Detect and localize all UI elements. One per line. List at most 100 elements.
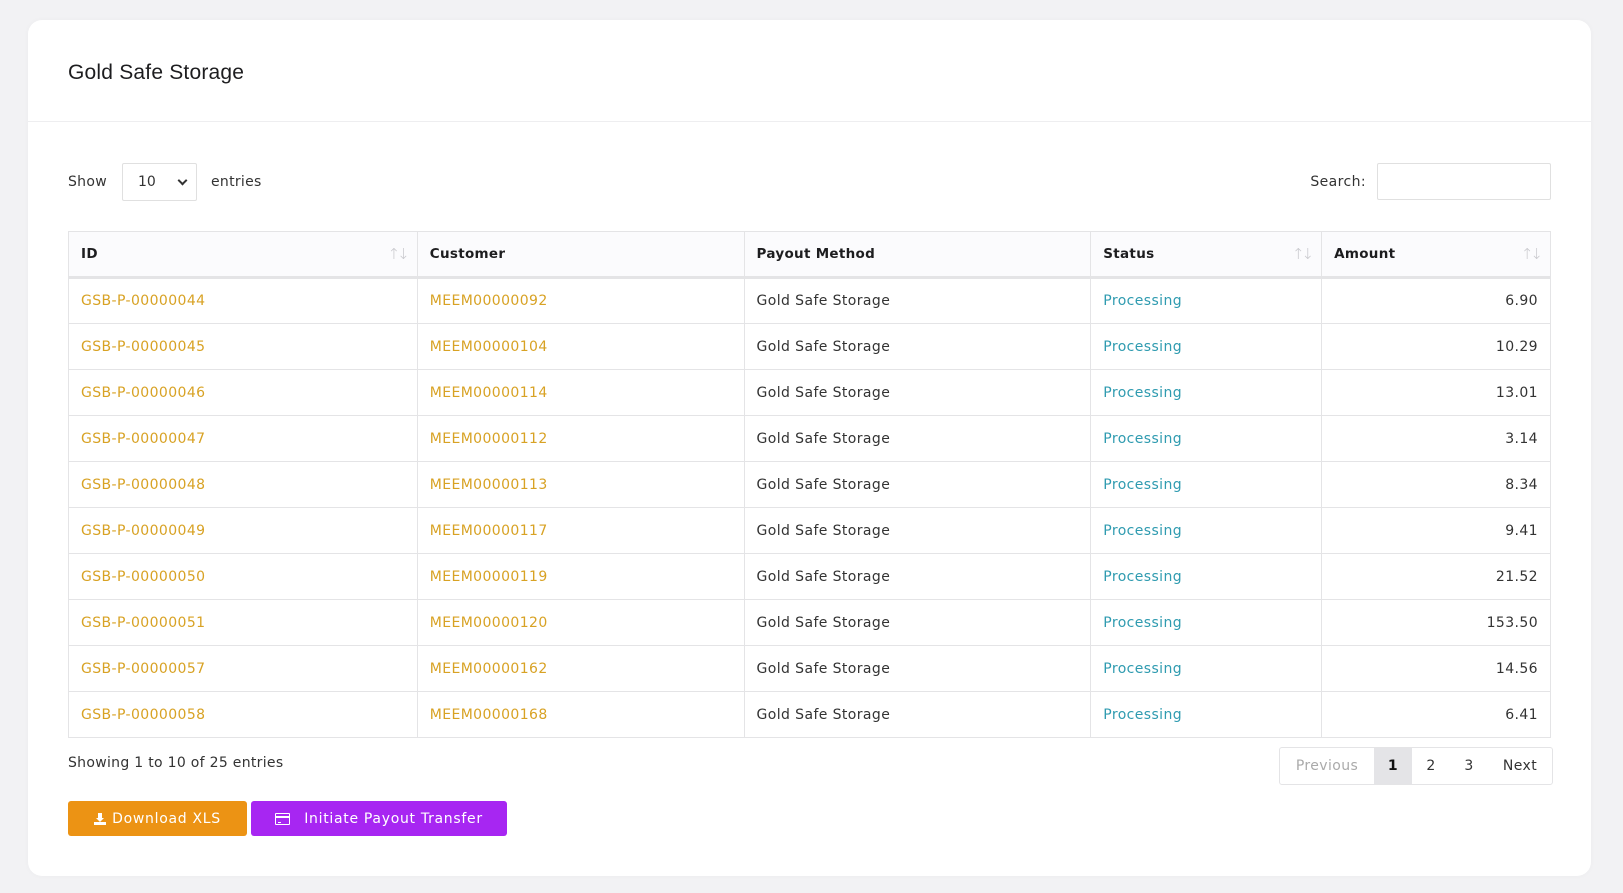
amount-cell: 8.34 (1505, 476, 1538, 493)
amount-cell: 6.90 (1505, 293, 1538, 309)
card-header: Gold Safe Storage (28, 20, 1591, 122)
search-label: Search: (1310, 173, 1366, 190)
payout-id-cell: GSB-P-00000047 (68, 415, 418, 462)
payout-method-cell: Gold Safe Storage (743, 415, 1092, 462)
customer-cell: MEEM00000120 (416, 599, 745, 646)
status-cell: Processing (1090, 507, 1323, 554)
customer-link[interactable]: MEEM00000114 (430, 385, 548, 401)
status-cell: Processing (1103, 660, 1183, 677)
amount-cell: 14.56 (1321, 645, 1551, 692)
entries-per-page-select[interactable]: 10 (121, 163, 197, 201)
column-header-status[interactable]: Status ↑↓ (1090, 231, 1323, 279)
column-label: ID (81, 246, 98, 262)
column-header-customer: Customer (416, 231, 745, 279)
payout-method-cell: Gold Safe Storage (756, 338, 891, 355)
customer-link[interactable]: MEEM00000119 (430, 569, 548, 585)
status-cell: Processing (1103, 614, 1183, 631)
payout-id-cell: GSB-P-00000050 (68, 553, 418, 600)
status-cell: Processing (1090, 461, 1323, 508)
sort-arrows-icon[interactable]: ↑↓ (1292, 245, 1314, 263)
customer-link[interactable]: MEEM00000162 (430, 661, 548, 677)
initiate-payout-transfer-label: Initiate Payout Transfer (304, 810, 483, 827)
amount-cell: 3.14 (1321, 415, 1551, 462)
download-icon (94, 812, 107, 825)
customer-link[interactable]: MEEM00000113 (430, 477, 548, 493)
customer-link[interactable]: MEEM00000092 (430, 293, 548, 309)
payout-id-link[interactable]: GSB-P-00000050 (81, 569, 205, 585)
status-cell: Processing (1103, 430, 1183, 447)
status-cell: Processing (1103, 293, 1183, 309)
status-cell: Processing (1103, 568, 1183, 585)
payout-method-cell: Gold Safe Storage (743, 645, 1092, 692)
customer-link[interactable]: MEEM00000168 (430, 707, 548, 723)
payout-id-link[interactable]: GSB-P-00000048 (81, 477, 205, 493)
sort-arrows-icon[interactable]: ↑↓ (1521, 245, 1543, 263)
pagination-page-2[interactable]: 2 (1412, 748, 1450, 784)
status-cell: Processing (1090, 323, 1323, 370)
payout-method-cell: Gold Safe Storage (756, 384, 891, 401)
customer-cell: MEEM00000092 (416, 277, 745, 324)
table-row: GSB-P-00000050 MEEM00000119 Gold Safe Stor… (68, 553, 1551, 600)
payout-method-cell: Gold Safe Storage (756, 293, 891, 309)
payout-id-link[interactable]: GSB-P-00000045 (81, 339, 205, 355)
download-xls-button[interactable]: Download XLS (68, 801, 247, 836)
payout-method-cell: Gold Safe Storage (756, 660, 891, 677)
customer-cell: MEEM00000113 (416, 461, 745, 508)
status-cell: Processing (1090, 691, 1323, 738)
amount-cell: 10.29 (1495, 338, 1538, 355)
column-label: Amount (1334, 246, 1396, 262)
status-cell: Processing (1090, 599, 1323, 646)
initiate-payout-transfer-button[interactable]: Initiate Payout Transfer (251, 801, 507, 836)
payout-id-cell: GSB-P-00000046 (68, 369, 418, 416)
table-info: Showing 1 to 10 of 25 entries (68, 755, 284, 771)
status-cell: Processing (1103, 706, 1183, 723)
amount-cell: 3.14 (1505, 430, 1538, 447)
search-control: Search: (1310, 163, 1551, 200)
payout-method-cell: Gold Safe Storage (756, 614, 891, 631)
column-label: Customer (429, 246, 506, 262)
column-header-payout-method: Payout Method (743, 231, 1092, 279)
payout-table: ID ↑↓ Customer Payout Method Status ↑↓ Amo… (68, 231, 1551, 738)
amount-cell: 8.34 (1321, 461, 1551, 508)
amount-cell: 9.41 (1505, 522, 1538, 539)
sort-arrows-icon[interactable]: ↑↓ (388, 245, 410, 263)
payout-method-cell: Gold Safe Storage (743, 277, 1092, 324)
payout-id-link[interactable]: GSB-P-00000047 (81, 431, 205, 447)
customer-link[interactable]: MEEM00000120 (430, 615, 548, 631)
customer-link[interactable]: MEEM00000104 (430, 339, 548, 355)
amount-cell: 13.01 (1495, 384, 1538, 401)
status-cell: Processing (1090, 415, 1323, 462)
pagination-page-1[interactable]: 1 (1374, 748, 1412, 784)
status-cell: Processing (1103, 384, 1183, 401)
entries-label: entries (210, 174, 262, 190)
table-row: GSB-P-00000049 MEEM00000117 Gold Safe Stor… (68, 507, 1551, 554)
customer-link[interactable]: MEEM00000112 (430, 431, 548, 447)
payout-method-cell: Gold Safe Storage (743, 507, 1092, 554)
payout-id-link[interactable]: GSB-P-00000057 (81, 661, 205, 677)
status-cell: Processing (1103, 476, 1183, 493)
column-header-id[interactable]: ID ↑↓ (68, 231, 418, 279)
pagination-next[interactable]: Next (1488, 748, 1552, 784)
amount-cell: 21.52 (1321, 553, 1551, 600)
payout-id-link[interactable]: GSB-P-00000046 (81, 385, 205, 401)
pagination-page-3[interactable]: 3 (1450, 748, 1488, 784)
search-input[interactable] (1377, 163, 1551, 200)
payout-id-cell: GSB-P-00000051 (68, 599, 418, 646)
table-row: GSB-P-00000057 MEEM00000162 Gold Safe Stor… (68, 645, 1551, 692)
payout-method-cell: Gold Safe Storage (743, 553, 1092, 600)
pagination: Previous 1 2 3 Next (1279, 747, 1553, 785)
payout-method-cell: Gold Safe Storage (756, 430, 891, 447)
column-header-amount[interactable]: Amount ↑↓ (1321, 231, 1551, 279)
payout-id-link[interactable]: GSB-P-00000044 (81, 293, 205, 309)
table-header-row: ID ↑↓ Customer Payout Method Status ↑↓ Amo… (68, 231, 1551, 279)
payout-id-link[interactable]: GSB-P-00000051 (81, 615, 205, 631)
show-label: Show (68, 174, 107, 190)
customer-link[interactable]: MEEM00000117 (430, 523, 548, 539)
pagination-previous[interactable]: Previous (1280, 748, 1374, 784)
payout-id-link[interactable]: GSB-P-00000049 (81, 523, 205, 539)
credit-card-icon (275, 812, 291, 825)
payout-id-link[interactable]: GSB-P-00000058 (81, 707, 205, 723)
amount-cell: 6.41 (1321, 691, 1551, 738)
amount-cell: 21.52 (1495, 568, 1538, 585)
amount-cell: 9.41 (1321, 507, 1551, 554)
